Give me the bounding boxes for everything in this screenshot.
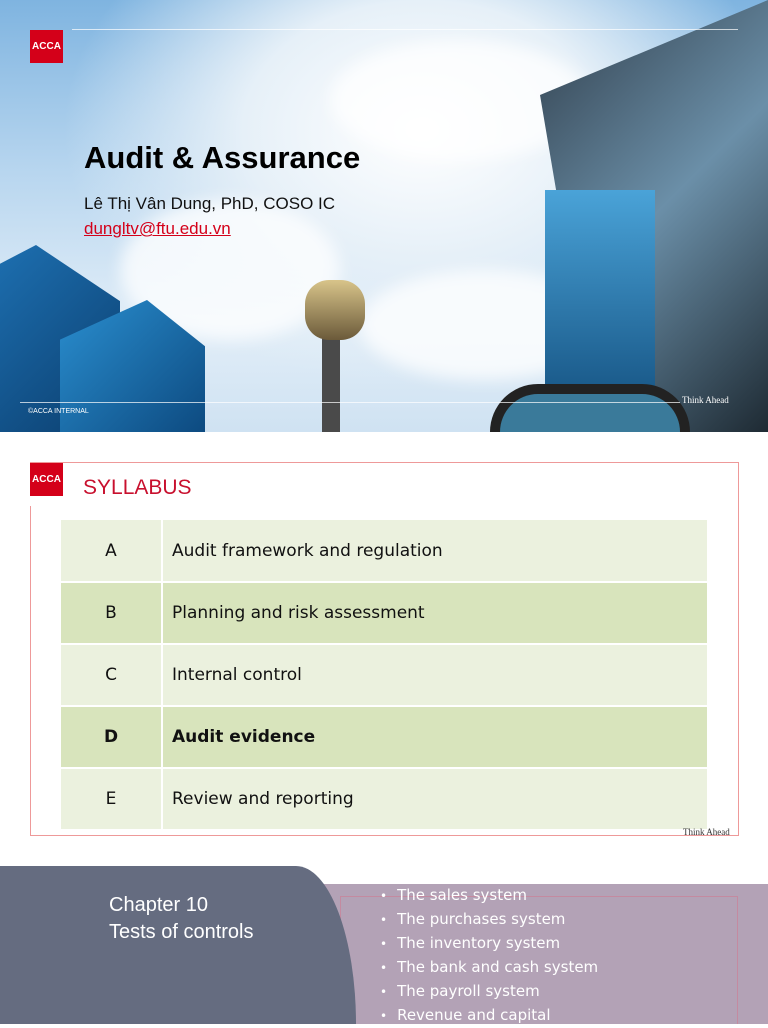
row-topic: Review and reporting	[162, 768, 707, 831]
row-topic: Planning and risk assessment	[162, 582, 707, 645]
row-topic: Audit evidence	[162, 706, 707, 769]
syllabus-table: A Audit framework and regulation B Plannin…	[61, 520, 707, 831]
row-letter: A	[61, 520, 163, 583]
topic-list: The sales system The purchases system Th…	[380, 884, 720, 1028]
author-name: Lê Thị Vân Dung, PhD, COSO IC	[84, 194, 336, 213]
building-right-2	[545, 190, 655, 390]
presentation-title: Audit & Assurance	[84, 140, 361, 175]
list-item: Revenue and capital	[380, 1004, 720, 1028]
author-email-link[interactable]: dungltv@ftu.edu.vn	[84, 219, 231, 239]
list-item: The bank and cash system	[380, 956, 720, 980]
row-letter: D	[61, 706, 163, 769]
list-item: The purchases system	[380, 908, 720, 932]
table-row: B Planning and risk assessment	[61, 582, 707, 645]
table-row: C Internal control	[61, 644, 707, 707]
footer-classification: ©ACCA INTERNAL	[28, 408, 89, 415]
chapter-number: Chapter 10	[109, 894, 208, 916]
list-item: The payroll system	[380, 980, 720, 1004]
table-row: A Audit framework and regulation	[61, 520, 707, 583]
chapter-heading: Chapter 10 Tests of controls	[109, 892, 254, 946]
table-row-highlighted: D Audit evidence	[61, 706, 707, 769]
acca-logo: ACCA	[30, 463, 63, 496]
list-item: The inventory system	[380, 932, 720, 956]
row-letter: C	[61, 644, 163, 707]
footer-tagline: Think Ahead	[683, 827, 730, 837]
dome	[490, 384, 690, 432]
row-letter: B	[61, 582, 163, 645]
row-topic: Audit framework and regulation	[162, 520, 707, 583]
table-row: E Review and reporting	[61, 768, 707, 831]
list-item: The sales system	[380, 884, 720, 908]
footer-tagline: Think Ahead	[682, 395, 729, 405]
title-slide: ACCA Audit & Assurance Lê Thị Vân Dung, …	[0, 0, 768, 432]
tower	[322, 330, 340, 432]
slide-title: SYLLABUS	[83, 476, 192, 499]
acca-logo: ACCA	[30, 30, 63, 63]
row-letter: E	[61, 768, 163, 831]
chapter-title: Tests of controls	[109, 921, 254, 943]
tower-top	[305, 280, 365, 340]
chapter-slide: Chapter 10 Tests of controls The sales s…	[0, 866, 768, 1024]
syllabus-slide: ACCA SYLLABUS A Audit framework and regul…	[0, 432, 768, 852]
row-topic: Internal control	[162, 644, 707, 707]
